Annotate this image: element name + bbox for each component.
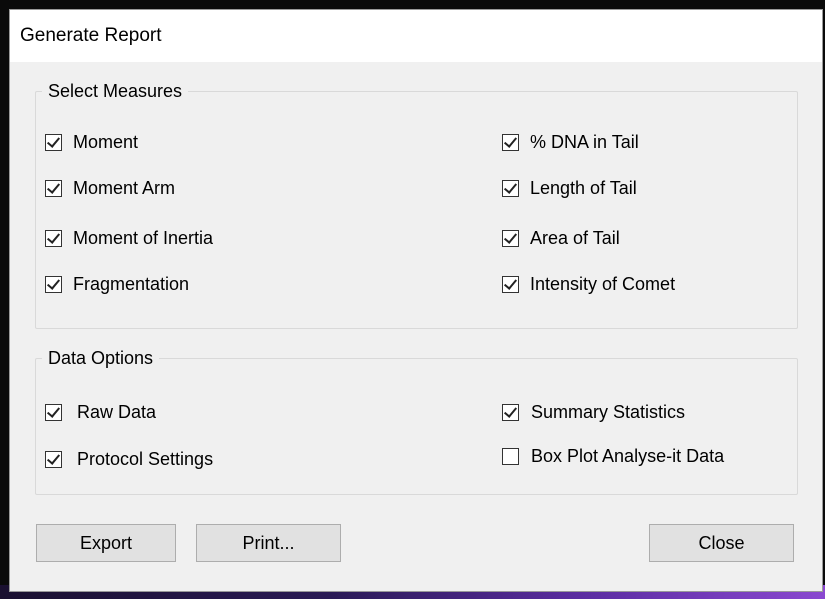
- checkbox-label: Fragmentation: [73, 274, 190, 294]
- checkbox-label: Summary Statistics: [531, 402, 686, 422]
- print-button[interactable]: Print...: [196, 524, 341, 562]
- checkbox-moment-of-inertia[interactable]: Moment of Inertia: [45, 228, 213, 249]
- checkbox-box[interactable]: [45, 276, 62, 293]
- checkbox-box[interactable]: [502, 134, 519, 151]
- checkbox-box[interactable]: [45, 451, 62, 468]
- checkbox-box[interactable]: [45, 404, 62, 421]
- checkbox-label: Intensity of Comet: [530, 274, 676, 294]
- checkbox-box[interactable]: [502, 404, 519, 421]
- checkbox-summary-statistics[interactable]: Summary Statistics: [502, 402, 685, 423]
- generate-report-dialog: Generate Report Select Measures Moment M…: [9, 9, 823, 592]
- checkbox-protocol-settings[interactable]: Protocol Settings: [45, 449, 213, 470]
- checkbox-label: Protocol Settings: [77, 449, 214, 469]
- dialog-title: Generate Report: [10, 10, 822, 62]
- checkbox-box[interactable]: [45, 230, 62, 247]
- checkbox-dna-in-tail[interactable]: % DNA in Tail: [502, 132, 639, 153]
- checkbox-raw-data[interactable]: Raw Data: [45, 402, 156, 423]
- checkbox-box[interactable]: [502, 180, 519, 197]
- checkbox-box-plot-analyse-it-data[interactable]: Box Plot Analyse-it Data: [502, 446, 724, 467]
- checkbox-label: Moment: [73, 132, 139, 152]
- checkbox-box[interactable]: [45, 180, 62, 197]
- checkbox-moment-arm[interactable]: Moment Arm: [45, 178, 175, 199]
- checkbox-length-of-tail[interactable]: Length of Tail: [502, 178, 637, 199]
- checkbox-label: Moment of Inertia: [73, 228, 214, 248]
- checkbox-label: Moment Arm: [73, 178, 176, 198]
- checkbox-box[interactable]: [502, 276, 519, 293]
- checkbox-label: Raw Data: [77, 402, 157, 422]
- export-button[interactable]: Export: [36, 524, 176, 562]
- checkbox-fragmentation[interactable]: Fragmentation: [45, 274, 189, 295]
- checkbox-box[interactable]: [502, 448, 519, 465]
- checkbox-label: % DNA in Tail: [530, 132, 639, 152]
- checkbox-label: Length of Tail: [530, 178, 637, 198]
- checkbox-box[interactable]: [502, 230, 519, 247]
- checkbox-intensity-of-comet[interactable]: Intensity of Comet: [502, 274, 675, 295]
- select-measures-legend: Select Measures: [48, 81, 183, 101]
- checkbox-area-of-tail[interactable]: Area of Tail: [502, 228, 620, 249]
- checkbox-label: Box Plot Analyse-it Data: [531, 446, 725, 466]
- checkbox-box[interactable]: [45, 134, 62, 151]
- checkbox-label: Area of Tail: [530, 228, 620, 248]
- close-button[interactable]: Close: [649, 524, 794, 562]
- data-options-legend: Data Options: [48, 348, 154, 368]
- checkbox-moment[interactable]: Moment: [45, 132, 138, 153]
